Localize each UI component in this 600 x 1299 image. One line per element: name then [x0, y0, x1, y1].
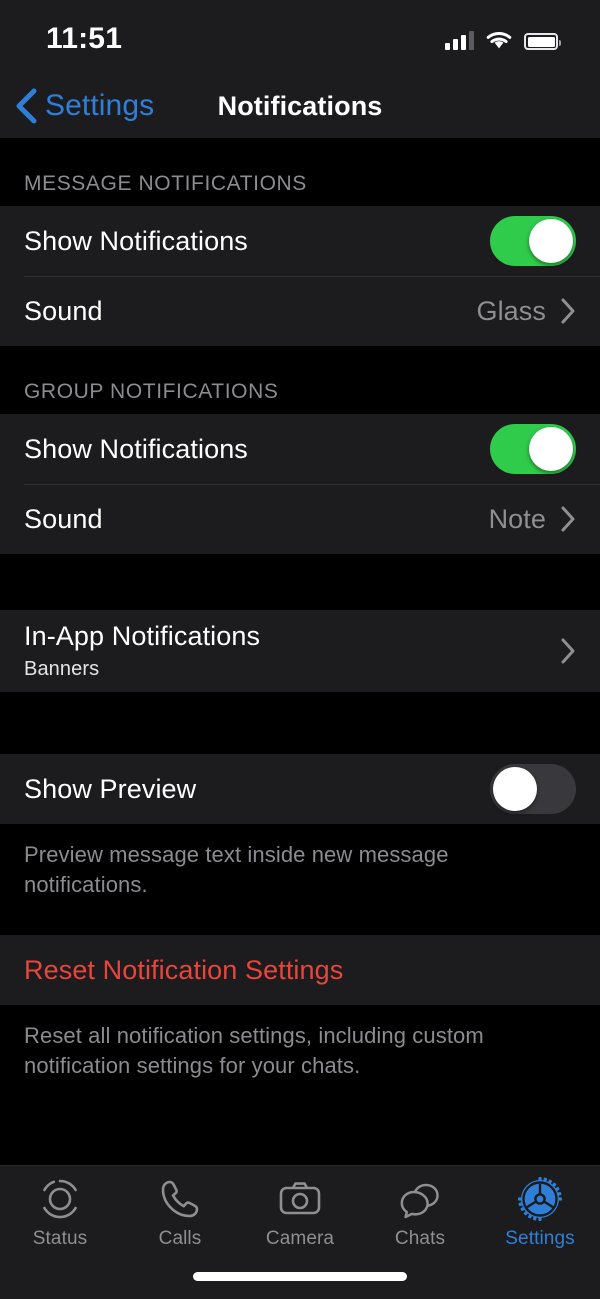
tab-label: Camera [265, 1228, 335, 1249]
in-app-notifications-card: In-App Notifications Banners [0, 610, 600, 692]
tab-label: Status [32, 1228, 88, 1249]
row-label: Sound [24, 503, 103, 534]
row-show-preview[interactable]: Show Preview [0, 754, 600, 824]
row-reset-notification-settings[interactable]: Reset Notification Settings [0, 935, 600, 1005]
message-show-notifications-toggle[interactable] [490, 216, 576, 266]
back-button-label: Settings [45, 89, 155, 122]
group-show-notifications-toggle[interactable] [490, 424, 576, 474]
tab-label: Calls [158, 1228, 202, 1249]
chat-bubbles-icon [400, 1183, 439, 1219]
message-notifications-card: Show Notifications Sound Glass [0, 206, 600, 346]
row-label: Show Preview [24, 773, 197, 804]
row-in-app-notifications[interactable]: In-App Notifications Banners [0, 610, 600, 692]
wifi-icon [486, 32, 512, 49]
row-group-sound[interactable]: Sound Note [0, 484, 600, 554]
row-label: Sound [24, 295, 103, 326]
chevron-right-icon [561, 506, 575, 532]
row-message-sound[interactable]: Sound Glass [0, 276, 600, 346]
reset-notification-settings-label: Reset Notification Settings [24, 954, 344, 985]
status-bar-icons [445, 24, 561, 50]
chevron-left-icon [16, 88, 37, 124]
tab-chats[interactable]: Chats [360, 1176, 480, 1250]
row-label: Show Notifications [24, 225, 248, 256]
tab-status[interactable]: Status [0, 1176, 120, 1250]
show-preview-card: Show Preview [0, 754, 600, 824]
navigation-bar: Settings Notifications [0, 74, 600, 138]
chevron-right-icon [561, 638, 575, 664]
group-sound-value: Note [488, 503, 546, 534]
settings-list: MESSAGE NOTIFICATIONS Show Notifications… [0, 138, 600, 1165]
gear-icon [518, 1177, 562, 1221]
tab-label: Settings [505, 1228, 575, 1249]
battery-full-icon [524, 33, 561, 50]
home-indicator[interactable] [193, 1272, 407, 1281]
camera-icon [279, 1182, 321, 1215]
tab-label: Chats [394, 1228, 446, 1249]
in-app-notifications-value: Banners [24, 658, 100, 680]
row-group-show-notifications[interactable]: Show Notifications [0, 414, 600, 484]
toggle-knob [493, 767, 537, 811]
toggle-knob [529, 427, 573, 471]
tab-camera[interactable]: Camera [240, 1176, 360, 1250]
row-message-show-notifications[interactable]: Show Notifications [0, 206, 600, 276]
status-bar-time: 11:51 [46, 22, 123, 55]
section-header-message-notifications: MESSAGE NOTIFICATIONS [24, 172, 307, 195]
reset-notification-settings-card: Reset Notification Settings [0, 935, 600, 1006]
row-label: In-App Notifications [24, 621, 261, 651]
status-bar: 11:51 [0, 0, 600, 74]
message-sound-value: Glass [476, 295, 546, 326]
back-button[interactable]: Settings [0, 87, 154, 125]
chevron-right-icon [561, 298, 575, 324]
notifications-settings-screen: 11:51 Settings Notifications MESSAGE NOT… [0, 0, 600, 1299]
reset-notification-settings-footer: Reset all notification settings, includi… [24, 1023, 484, 1079]
tab-calls[interactable]: Calls [120, 1176, 240, 1250]
show-preview-footer: Preview message text inside new message … [24, 842, 449, 897]
row-text-stack: In-App Notifications Banners [24, 621, 560, 681]
cellular-bars-icon [445, 30, 474, 50]
show-preview-toggle[interactable] [490, 764, 576, 814]
tab-settings[interactable]: Settings [480, 1176, 600, 1250]
group-notifications-card: Show Notifications Sound Note [0, 414, 600, 554]
row-label: Show Notifications [24, 433, 248, 464]
toggle-knob [529, 219, 573, 263]
phone-icon [161, 1180, 199, 1218]
section-header-group-notifications: GROUP NOTIFICATIONS [24, 380, 279, 403]
status-rings-icon [43, 1179, 77, 1219]
